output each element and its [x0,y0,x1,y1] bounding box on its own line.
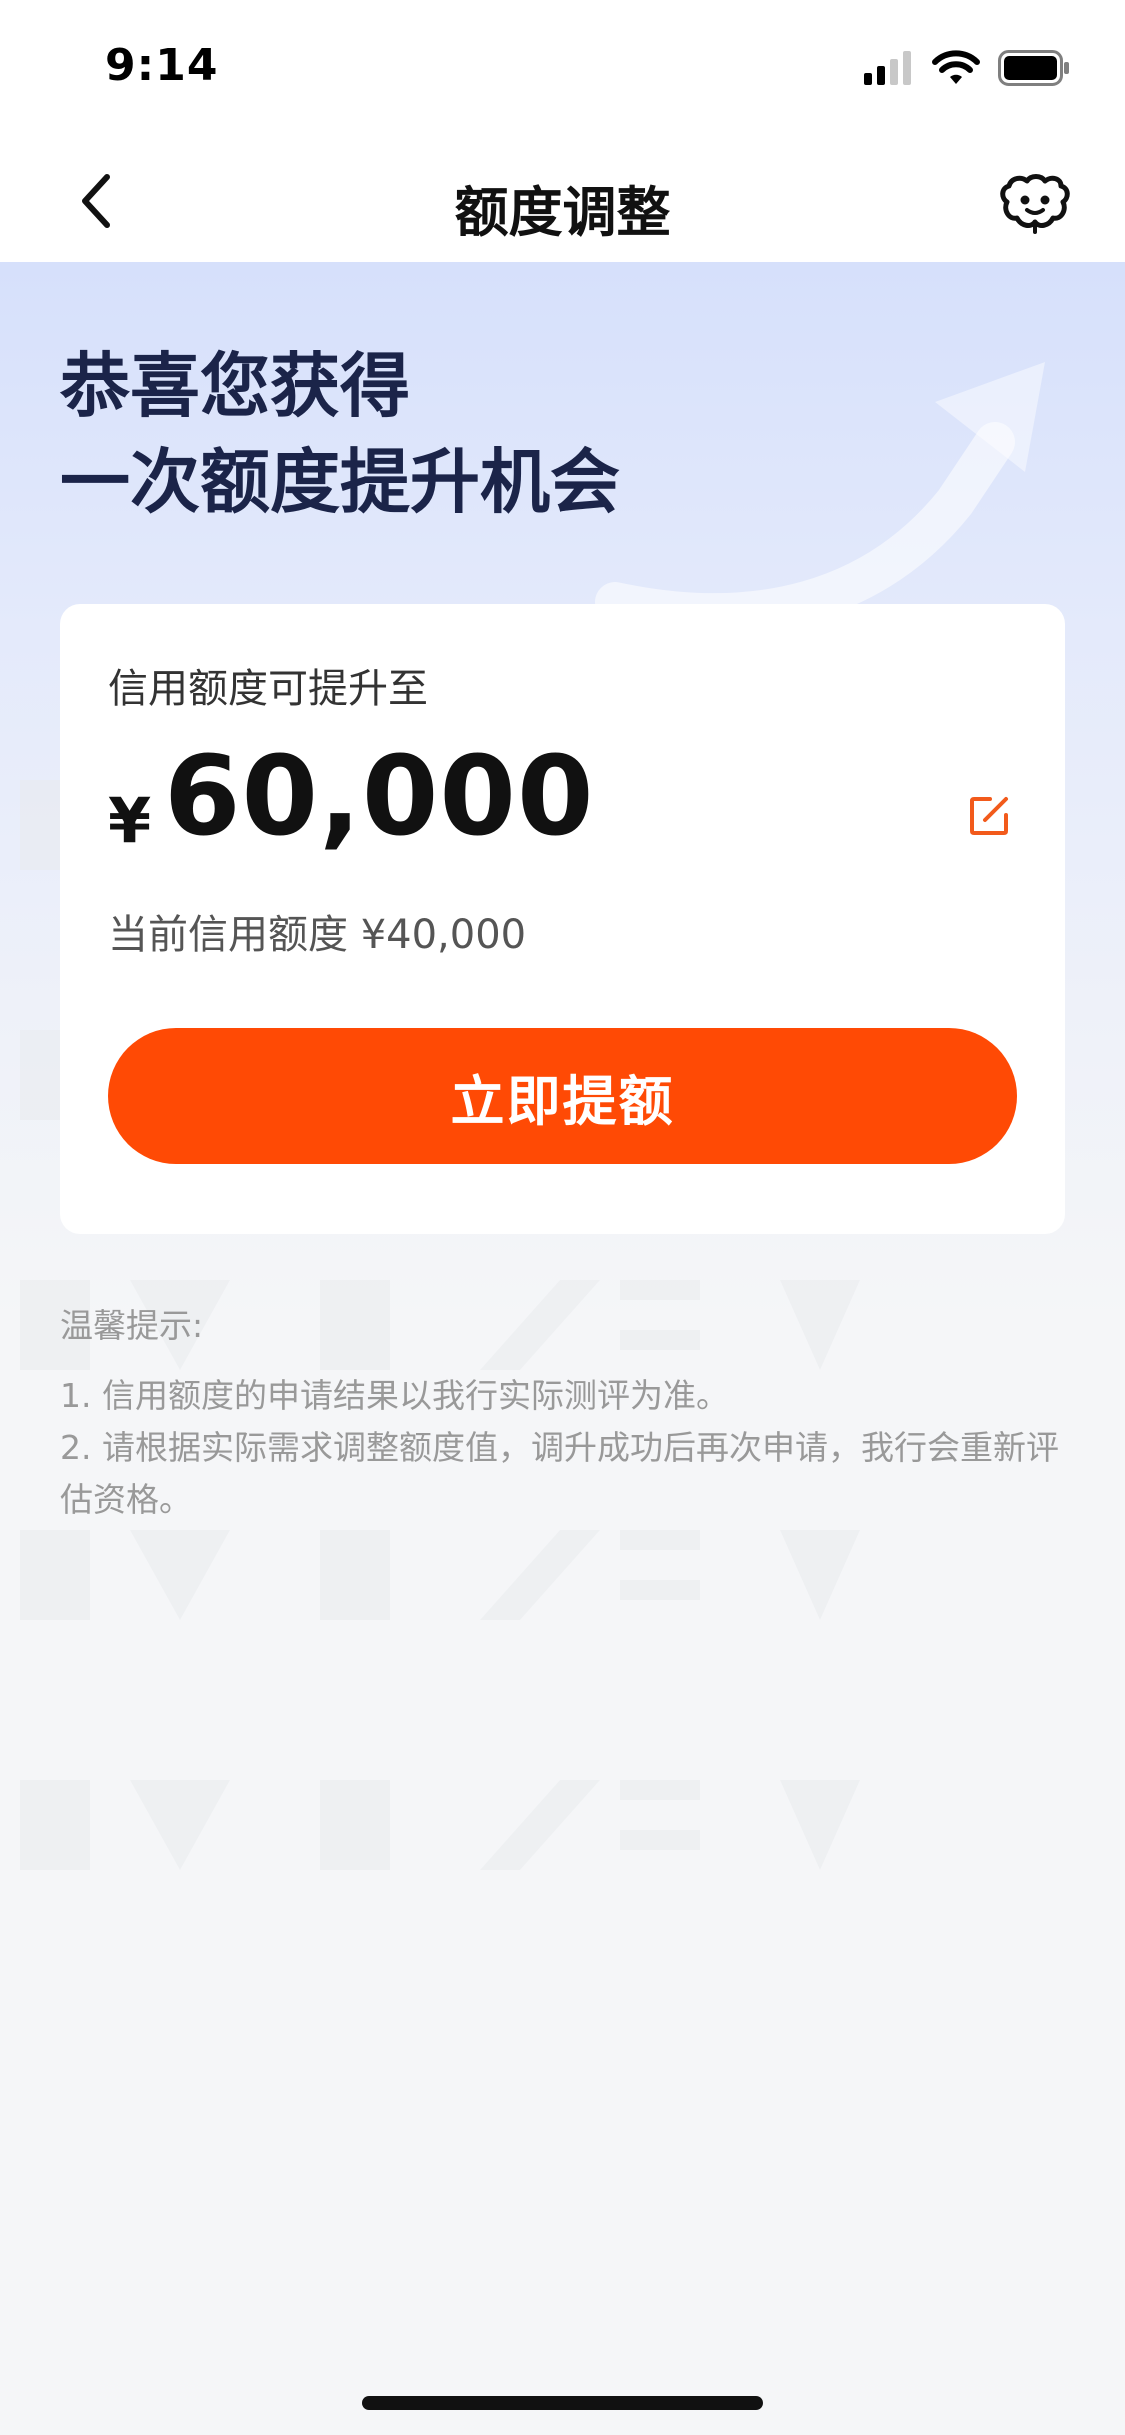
edit-icon [970,797,1008,835]
limit-amount: 60,000 [164,732,595,860]
edit-amount-button[interactable] [961,788,1017,844]
battery-icon [998,50,1069,86]
hero-title: 恭喜您获得 一次额度提升机会 [60,338,620,530]
currency-symbol: ¥ [108,784,152,857]
credit-limit-card: 信用额度可提升至 ¥ 60,000 当前信用额度 ¥40,000 立即提额 [60,604,1065,1234]
status-time: 9:14 [105,40,219,91]
raise-limit-button[interactable]: 立即提额 [108,1028,1017,1164]
tip-item-1: 1. 信用额度的申请结果以我行实际测评为准。 [60,1376,729,1415]
hero-title-line2: 一次额度提升机会 [60,441,620,523]
tips-section: 温馨提示: 1. 信用额度的申请结果以我行实际测评为准。 2. 请根据实际需求调… [60,1300,1070,1526]
customer-service-button[interactable] [995,164,1075,244]
robot-service-icon [1000,174,1070,234]
nav-bar: 额度调整 [0,140,1125,263]
page-title: 额度调整 [454,181,671,244]
tips-title: 温馨提示: [60,1306,204,1345]
status-icons [864,50,1070,86]
tip-item-2: 2. 请根据实际需求调整额度值，调升成功后再次申请，我行会重新评估资格。 [60,1428,1059,1519]
hero-title-line1: 恭喜您获得 [60,345,410,427]
limit-label: 信用额度可提升至 [108,666,428,712]
signal-icon [864,51,911,85]
status-bar: 9:14 [0,0,1125,140]
current-limit-text: 当前信用额度 ¥40,000 [108,912,527,958]
wifi-icon [932,50,980,84]
home-indicator[interactable] [362,2396,763,2410]
